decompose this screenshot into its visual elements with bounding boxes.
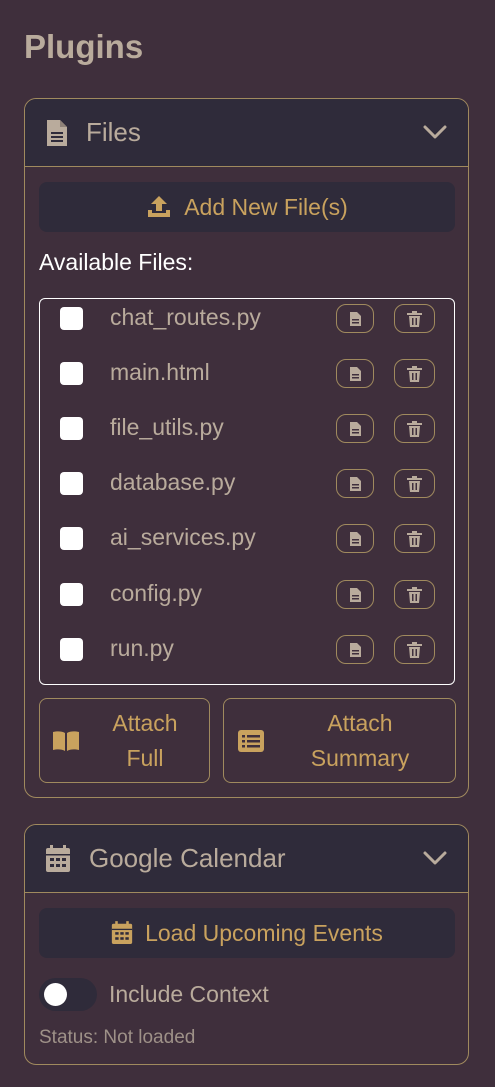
file-checkbox[interactable] xyxy=(60,417,83,440)
file-icon xyxy=(349,587,361,602)
trash-icon xyxy=(407,365,422,382)
file-icon xyxy=(349,531,361,546)
load-upcoming-events-button[interactable]: Load Upcoming Events xyxy=(39,908,455,958)
load-upcoming-events-label: Load Upcoming Events xyxy=(145,919,383,946)
files-panel-header[interactable]: Files xyxy=(25,99,468,167)
chevron-down-icon[interactable] xyxy=(422,849,448,867)
file-name: file_utils.py xyxy=(110,414,224,440)
file-row: config.py xyxy=(40,575,454,615)
file-icon xyxy=(349,311,361,326)
include-context-label: Include Context xyxy=(109,981,269,1007)
trash-icon xyxy=(407,586,422,603)
status-text: Status: Not loaded xyxy=(39,1027,196,1048)
files-panel-title: Files xyxy=(86,117,141,147)
chevron-down-icon[interactable] xyxy=(422,123,448,141)
view-file-button[interactable] xyxy=(336,414,374,443)
delete-file-button[interactable] xyxy=(394,414,435,443)
file-icon xyxy=(349,642,361,657)
file-checkbox[interactable] xyxy=(60,472,83,495)
calendar-icon xyxy=(111,921,133,944)
calendar-icon xyxy=(45,845,71,873)
delete-file-button[interactable] xyxy=(394,304,435,333)
file-icon xyxy=(349,476,361,491)
file-name: config.py xyxy=(110,580,203,606)
view-file-button[interactable] xyxy=(336,524,374,553)
file-icon xyxy=(349,366,361,381)
attach-summary-label-line1: Attach xyxy=(327,710,393,736)
upload-icon xyxy=(148,196,171,217)
view-file-button[interactable] xyxy=(336,359,374,388)
view-file-button[interactable] xyxy=(336,635,374,664)
delete-file-button[interactable] xyxy=(394,635,435,664)
delete-file-button[interactable] xyxy=(394,359,435,388)
file-row: main.html xyxy=(40,354,454,394)
delete-file-button[interactable] xyxy=(394,524,435,553)
add-new-files-button[interactable]: Add New File(s) xyxy=(39,182,455,232)
trash-icon xyxy=(407,420,422,437)
view-file-button[interactable] xyxy=(336,580,374,609)
file-name: run.py xyxy=(110,635,174,661)
file-name: ai_services.py xyxy=(110,524,256,550)
view-file-button[interactable] xyxy=(336,469,374,498)
attach-full-label-line2: Full xyxy=(126,745,164,771)
file-checkbox[interactable] xyxy=(60,583,83,606)
calendar-panel-header[interactable]: Google Calendar xyxy=(25,825,468,893)
file-checkbox[interactable] xyxy=(60,638,83,661)
file-name: chat_routes.py xyxy=(110,304,261,330)
trash-icon xyxy=(407,641,422,658)
view-file-button[interactable] xyxy=(336,304,374,333)
files-panel: Files Add New File(s) Available Files: c… xyxy=(24,98,469,798)
file-row: chat_routes.py xyxy=(40,299,454,339)
delete-file-button[interactable] xyxy=(394,469,435,498)
toggle-knob xyxy=(44,983,67,1006)
trash-icon xyxy=(407,530,422,547)
file-checkbox[interactable] xyxy=(60,527,83,550)
file-row: ai_services.py xyxy=(40,519,454,559)
file-list[interactable]: chat_routes.py main.html file_utils.py d… xyxy=(39,298,455,685)
available-files-label: Available Files: xyxy=(39,249,194,275)
attach-summary-button[interactable]: Attach Summary xyxy=(223,698,456,783)
calendar-panel-title: Google Calendar xyxy=(89,843,286,873)
attach-full-label-line1: Attach xyxy=(112,710,178,736)
file-checkbox[interactable] xyxy=(60,307,83,330)
delete-file-button[interactable] xyxy=(394,580,435,609)
file-row: file_utils.py xyxy=(40,409,454,449)
file-name: main.html xyxy=(110,359,210,385)
file-row: run.py xyxy=(40,630,454,670)
trash-icon xyxy=(407,310,422,327)
file-name: database.py xyxy=(110,469,236,495)
add-new-files-label: Add New File(s) xyxy=(184,193,348,220)
book-icon xyxy=(53,731,79,751)
file-row: database.py xyxy=(40,464,454,504)
trash-icon xyxy=(407,475,422,492)
list-icon xyxy=(238,730,264,752)
calendar-panel: Google Calendar Load Upcoming Events Inc… xyxy=(24,824,469,1065)
file-icon xyxy=(45,119,69,147)
file-checkbox[interactable] xyxy=(60,362,83,385)
attach-summary-label-line2: Summary xyxy=(310,745,410,771)
page-title: Plugins xyxy=(24,28,144,65)
file-icon xyxy=(349,421,361,436)
attach-full-button[interactable]: Attach Full xyxy=(39,698,210,783)
include-context-toggle[interactable] xyxy=(39,978,97,1011)
